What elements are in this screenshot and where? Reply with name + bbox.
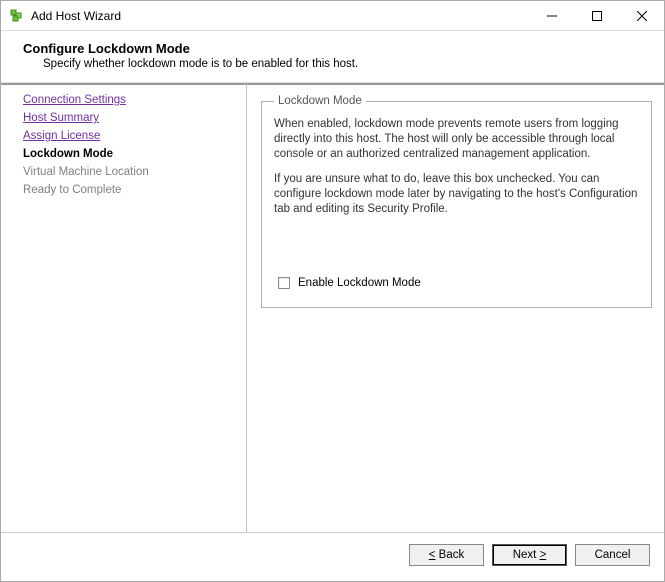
wizard-footer: < Back Next > Cancel — [1, 532, 664, 576]
step-vm-location: Virtual Machine Location — [23, 163, 246, 181]
cancel-button[interactable]: Cancel — [575, 544, 650, 566]
step-host-summary[interactable]: Host Summary — [23, 109, 246, 127]
wizard-body: Connection Settings Host Summary Assign … — [1, 82, 664, 532]
window-controls — [529, 1, 664, 30]
page-title: Configure Lockdown Mode — [23, 41, 644, 56]
wizard-steps-sidebar: Connection Settings Host Summary Assign … — [1, 83, 246, 532]
next-button[interactable]: Next > — [492, 544, 567, 566]
titlebar: Add Host Wizard — [1, 1, 664, 31]
wizard-content: Lockdown Mode When enabled, lockdown mod… — [246, 83, 664, 532]
close-button[interactable] — [619, 1, 664, 30]
group-description-1: When enabled, lockdown mode prevents rem… — [274, 117, 641, 162]
step-assign-license[interactable]: Assign License — [23, 127, 246, 145]
app-icon — [9, 8, 25, 24]
back-button[interactable]: < Back — [409, 544, 484, 566]
step-ready-to-complete: Ready to Complete — [23, 181, 246, 199]
checkbox-icon — [278, 277, 290, 289]
group-description-2: If you are unsure what to do, leave this… — [274, 172, 641, 217]
window-title: Add Host Wizard — [31, 9, 529, 23]
step-connection-settings[interactable]: Connection Settings — [23, 91, 246, 109]
lockdown-mode-group: Lockdown Mode When enabled, lockdown mod… — [261, 95, 652, 308]
enable-lockdown-checkbox[interactable]: Enable Lockdown Mode — [278, 277, 641, 289]
maximize-button[interactable] — [574, 1, 619, 30]
minimize-button[interactable] — [529, 1, 574, 30]
group-legend: Lockdown Mode — [274, 95, 366, 107]
wizard-header: Configure Lockdown Mode Specify whether … — [1, 31, 664, 82]
step-lockdown-mode: Lockdown Mode — [23, 145, 246, 163]
checkbox-label: Enable Lockdown Mode — [298, 277, 421, 289]
page-subtitle: Specify whether lockdown mode is to be e… — [43, 58, 644, 70]
